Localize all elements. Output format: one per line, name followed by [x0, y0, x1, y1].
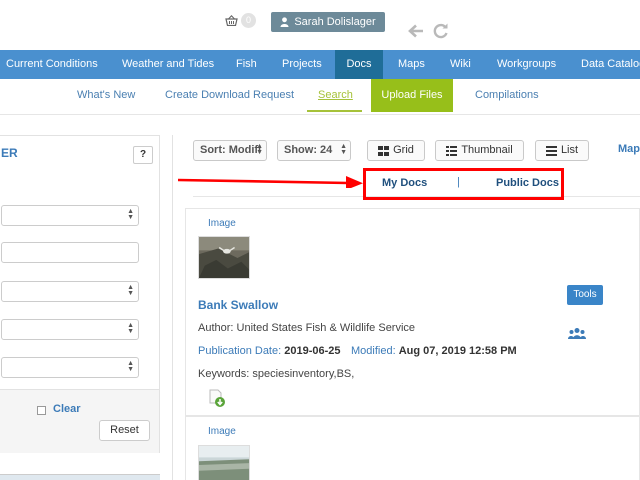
nav-wiki[interactable]: Wiki [450, 50, 471, 79]
back-arrow-icon[interactable] [407, 23, 425, 39]
sub-navigation: What's New Create Download Request Searc… [0, 79, 640, 115]
subnav-compilations[interactable]: Compilations [475, 79, 539, 112]
active-tab-indicator [307, 110, 362, 112]
nav-fish[interactable]: Fish [236, 50, 257, 79]
select-arrows-icon: ▲ ▼ [127, 360, 134, 373]
subnav-search[interactable]: Search [318, 79, 353, 112]
sort-select[interactable]: Sort: Modifi ▲ ▼ [193, 140, 267, 161]
filter-panel-footer: Clear Reset [0, 389, 159, 453]
main-navigation: Current Conditions Weather and Tides Fis… [0, 50, 640, 79]
nav-current-conditions[interactable]: Current Conditions [6, 50, 98, 79]
publication-date-label: Publication Date: [198, 345, 282, 357]
basket-icon [225, 15, 238, 26]
nav-weather-and-tides[interactable]: Weather and Tides [122, 50, 214, 79]
list-view-label: List [560, 144, 579, 156]
filter-select-1[interactable]: ▲ ▼ [1, 205, 139, 226]
show-select-label: Show: 24 [284, 144, 333, 156]
filter-panel-title: ER [1, 146, 18, 160]
modified-date-value: Aug 07, 2019 12:58 PM [398, 345, 517, 357]
thumbnail-view-button[interactable]: Thumbnail [435, 140, 524, 161]
subnav-whats-new[interactable]: What's New [77, 79, 135, 112]
modified-date: Modified: Aug 07, 2019 12:58 PM [351, 345, 517, 357]
result-card: Image Bank Swallow Author: United States… [185, 208, 640, 416]
result-title[interactable]: Bank Swallow [198, 298, 278, 312]
result-keywords: Keywords: speciesinventory,BS, [198, 368, 355, 380]
thumbnail-view-label: Thumbnail [461, 144, 513, 156]
map-view-link[interactable]: Map [618, 143, 640, 155]
levee-photo-thumbnail[interactable] [198, 445, 250, 480]
select-arrows-icon: ▲ ▼ [340, 143, 347, 156]
list-view-button[interactable]: List [535, 140, 589, 161]
download-file-icon[interactable] [208, 389, 226, 407]
filter-select-2[interactable]: ▲ ▼ [1, 281, 139, 302]
filter-select-4[interactable]: ▲ ▼ [1, 357, 139, 378]
results-panel-border [172, 135, 173, 480]
show-select[interactable]: Show: 24 ▲ ▼ [277, 140, 351, 161]
filter-panel: ER ? ▲ ▼ ▲ ▼ ▲ ▼ ▲ ▼ Clear Reset [0, 135, 160, 453]
map-preview [0, 474, 160, 480]
upload-files-button[interactable]: Upload Files [371, 79, 453, 112]
reset-button[interactable]: Reset [99, 420, 150, 441]
result-type: Image [208, 426, 236, 437]
nav-workgroups[interactable]: Workgroups [497, 50, 556, 79]
nav-data-catalog[interactable]: Data Catalog [581, 50, 640, 79]
clear-checkbox[interactable] [37, 406, 46, 415]
annotation-highlight-box [363, 168, 564, 200]
user-icon [280, 17, 289, 27]
modified-date-label: Modified: [351, 345, 396, 357]
refresh-icon[interactable] [432, 23, 450, 39]
select-arrows-icon: ▲ ▼ [127, 284, 134, 297]
result-type: Image [208, 218, 236, 229]
result-card: Image [185, 416, 640, 480]
result-author: Author: United States Fish & Wildlife Se… [198, 322, 416, 334]
nav-maps[interactable]: Maps [398, 50, 425, 79]
grid-icon [378, 145, 390, 156]
cart-count-badge: 0 [241, 13, 256, 28]
user-name: Sarah Dolislager [294, 16, 376, 28]
publication-date: Publication Date: 2019-06-25 [198, 345, 341, 357]
publication-date-value: 2019-06-25 [284, 345, 341, 357]
select-arrows-icon: ▲ ▼ [256, 143, 263, 156]
sort-select-label: Sort: Modifi [200, 144, 262, 156]
annotation-arrow-icon [178, 176, 363, 188]
nav-projects[interactable]: Projects [282, 50, 322, 79]
nav-docs[interactable]: Docs [335, 50, 383, 79]
tools-button[interactable]: Tools [567, 285, 603, 305]
filter-select-3[interactable]: ▲ ▼ [1, 319, 139, 340]
select-arrows-icon: ▲ ▼ [127, 208, 134, 221]
group-users-icon[interactable] [568, 327, 586, 339]
grid-view-button[interactable]: Grid [367, 140, 425, 161]
filter-text-input[interactable] [1, 242, 139, 263]
select-arrows-icon: ▲ ▼ [127, 322, 134, 335]
thumbnail-list-icon [446, 145, 458, 156]
clear-link[interactable]: Clear [53, 403, 81, 415]
user-menu-button[interactable]: Sarah Dolislager [271, 12, 385, 32]
grid-view-label: Grid [393, 144, 414, 156]
swallow-photo-thumbnail[interactable] [198, 236, 250, 279]
subnav-create-download-request[interactable]: Create Download Request [165, 79, 294, 112]
list-icon [545, 145, 557, 156]
help-button[interactable]: ? [133, 146, 153, 164]
cart[interactable]: 0 [225, 13, 256, 28]
